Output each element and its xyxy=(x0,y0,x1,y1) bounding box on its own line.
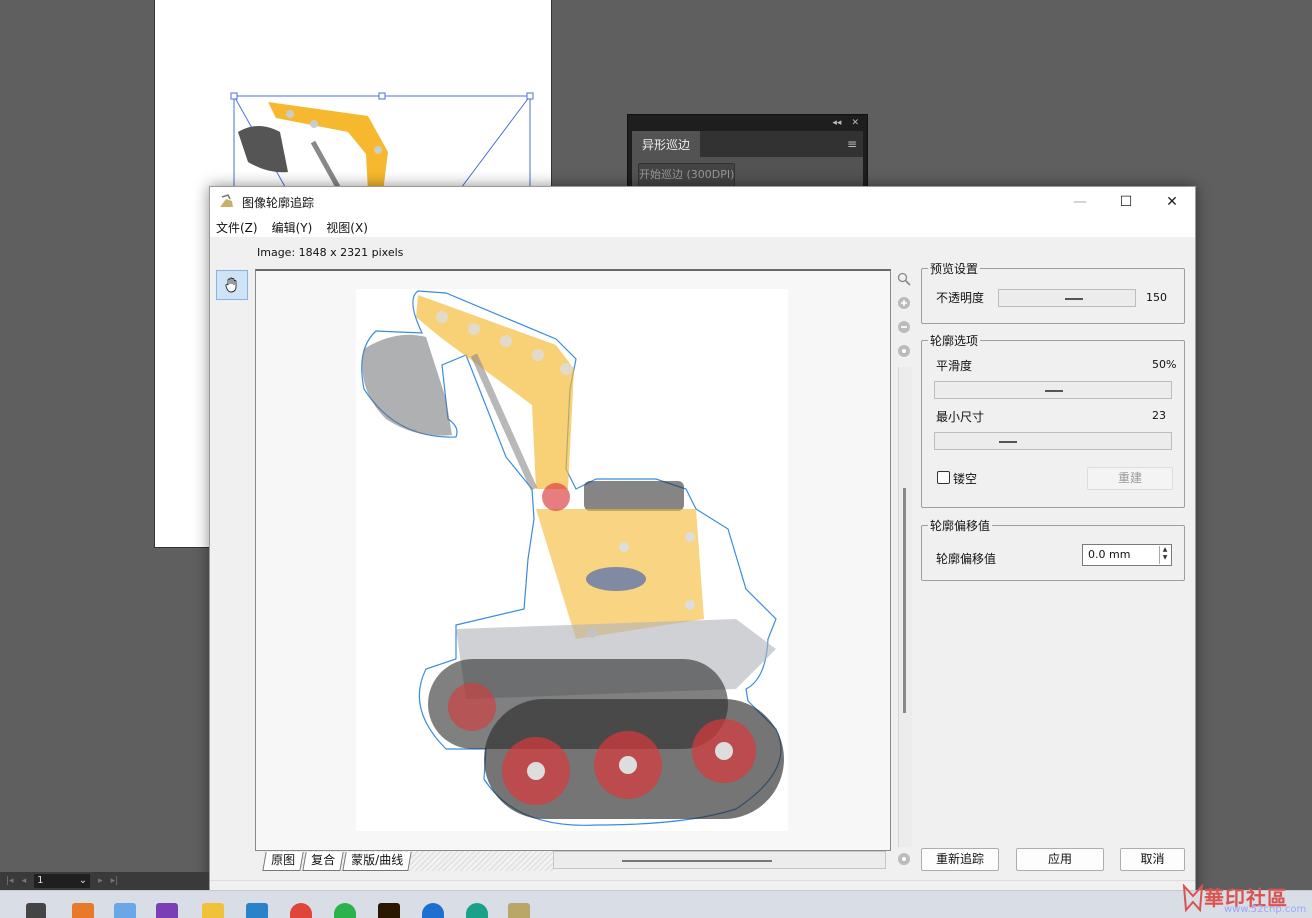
preview-settings-group: 预览设置 不透明度 150 xyxy=(921,260,1185,324)
panel-tab[interactable]: 异形巡边 xyxy=(632,131,701,157)
opacity-label: 不透明度 xyxy=(936,291,985,305)
zoom-icon[interactable] xyxy=(896,271,912,287)
last-page-icon[interactable]: ▸| xyxy=(111,876,119,886)
monitor-app-icon[interactable] xyxy=(114,903,136,918)
placed-image-thumbnail[interactable] xyxy=(228,92,538,192)
edge-icon[interactable] xyxy=(466,903,488,918)
title-bar: 图像轮廓追踪 — ☐ ✕ xyxy=(210,187,1195,217)
traced-image xyxy=(356,289,788,831)
view-tabs: 原图 复合 蒙版/曲线 xyxy=(262,851,554,871)
cancel-button[interactable]: 取消 xyxy=(1120,848,1185,871)
excavator-app-icon xyxy=(220,194,233,207)
offset-spinner[interactable]: ▲ ▼ xyxy=(1159,546,1170,564)
tab-composite[interactable]: 复合 xyxy=(302,852,344,871)
taskbar xyxy=(0,890,1312,918)
chrome-icon[interactable] xyxy=(290,903,312,918)
vertical-scrollbar[interactable] xyxy=(898,367,912,847)
contour-options-label: 轮廓选项 xyxy=(928,332,981,349)
rebuild-button[interactable]: 重建 xyxy=(1087,467,1173,490)
start-trace-button[interactable]: 开始巡边 (300DPI) xyxy=(638,163,736,187)
artboard-navigation: |◂ ◂ 1 ⌄ ▸ ▸| xyxy=(0,872,209,890)
hollow-checkbox[interactable] xyxy=(937,471,950,484)
contour-offset-group: 轮廓偏移值 轮廓偏移值 0.0 mm ▲ ▼ xyxy=(921,517,1185,581)
menu-bar: 文件(Z) 编辑(Y) 视图(X) xyxy=(210,217,1195,237)
hollow-label: 镂空 xyxy=(953,472,978,486)
excavator-image xyxy=(361,290,784,826)
image-info: Image: 1848 x 2321 pixels xyxy=(257,246,404,259)
contour-options-group: 轮廓选项 平滑度 50% 最小尺寸 23 镂空 重建 xyxy=(921,332,1185,508)
watermark-logo-icon xyxy=(1182,884,1204,912)
watermark-url: www.52cnp.com xyxy=(1224,904,1307,915)
trace-dialog: 图像轮廓追踪 — ☐ ✕ 文件(Z) 编辑(Y) 视图(X) Image: 18… xyxy=(209,186,1196,898)
smoothness-value: 50% xyxy=(1152,358,1177,371)
min-size-value: 23 xyxy=(1152,409,1166,422)
browser-orange-icon[interactable] xyxy=(72,903,94,918)
start-icon[interactable] xyxy=(26,903,46,918)
watermark: 華印社區 www.52cnp.com xyxy=(1180,880,1312,918)
menu-edit[interactable]: 编辑(Y) xyxy=(272,219,313,236)
apply-button[interactable]: 应用 xyxy=(1016,848,1104,871)
fit-icon[interactable] xyxy=(896,343,912,359)
smoothness-slider-knob[interactable] xyxy=(1045,390,1063,392)
contour-offset-group-label: 轮廓偏移值 xyxy=(928,517,993,534)
onenote-icon[interactable] xyxy=(156,903,178,918)
maximize-icon[interactable]: ☐ xyxy=(1103,187,1149,217)
prev-page-icon[interactable]: ◂ xyxy=(22,876,27,886)
preview-settings-label: 预览设置 xyxy=(928,260,981,277)
opacity-value: 150 xyxy=(1146,291,1167,304)
excavator-app-icon[interactable] xyxy=(508,903,530,918)
panel-menu-icon[interactable]: ≡ xyxy=(847,137,857,151)
floating-plugin-panel: ◂◂ ✕ 异形巡边 ≡ 开始巡边 (300DPI) xyxy=(627,114,868,194)
bluetooth-icon[interactable] xyxy=(422,903,444,918)
opacity-slider-knob[interactable] xyxy=(1065,298,1083,300)
vertical-scroll-thumb[interactable] xyxy=(903,488,906,713)
tab-mask-curve[interactable]: 蒙版/曲线 xyxy=(342,852,412,871)
preview-canvas[interactable] xyxy=(255,269,891,851)
folder-icon[interactable] xyxy=(202,903,224,918)
minimize-icon[interactable]: — xyxy=(1057,187,1103,217)
menu-file[interactable]: 文件(Z) xyxy=(216,219,258,236)
chevron-down-icon: ⌄ xyxy=(78,875,88,886)
tab-original[interactable]: 原图 xyxy=(262,852,304,871)
zoom-out-icon[interactable] xyxy=(896,319,912,335)
wechat-icon[interactable] xyxy=(334,903,356,918)
smoothness-slider[interactable] xyxy=(934,381,1172,399)
horizontal-scroll-thumb[interactable] xyxy=(622,860,772,862)
panel-close-icon[interactable]: ✕ xyxy=(851,118,859,128)
min-size-slider[interactable] xyxy=(934,432,1172,450)
opacity-slider[interactable] xyxy=(998,289,1136,307)
offset-value: 0.0 mm xyxy=(1088,548,1131,561)
menu-view[interactable]: 视图(X) xyxy=(326,219,368,236)
hand-icon xyxy=(225,277,237,293)
collapse-icon[interactable]: ◂◂ xyxy=(832,118,841,128)
horizontal-scrollbar[interactable] xyxy=(553,851,886,869)
notepad-icon[interactable] xyxy=(246,903,268,918)
navigator-icon[interactable] xyxy=(896,851,912,867)
min-size-slider-knob[interactable] xyxy=(999,441,1017,443)
page-selector[interactable]: 1 ⌄ xyxy=(34,874,91,888)
retrace-button[interactable]: 重新追踪 xyxy=(921,848,999,871)
smoothness-label: 平滑度 xyxy=(936,359,973,373)
dialog-title: 图像轮廓追踪 xyxy=(242,195,315,210)
illustrator-icon[interactable] xyxy=(378,903,400,918)
zoom-in-icon[interactable] xyxy=(896,295,912,311)
offset-label: 轮廓偏移值 xyxy=(936,552,997,566)
close-icon[interactable]: ✕ xyxy=(1149,187,1195,217)
first-page-icon[interactable]: |◂ xyxy=(6,876,14,886)
min-size-label: 最小尺寸 xyxy=(936,410,985,424)
next-page-icon[interactable]: ▸ xyxy=(98,876,103,886)
offset-input[interactable]: 0.0 mm ▲ ▼ xyxy=(1082,544,1172,566)
hand-tool-button[interactable] xyxy=(216,270,248,300)
